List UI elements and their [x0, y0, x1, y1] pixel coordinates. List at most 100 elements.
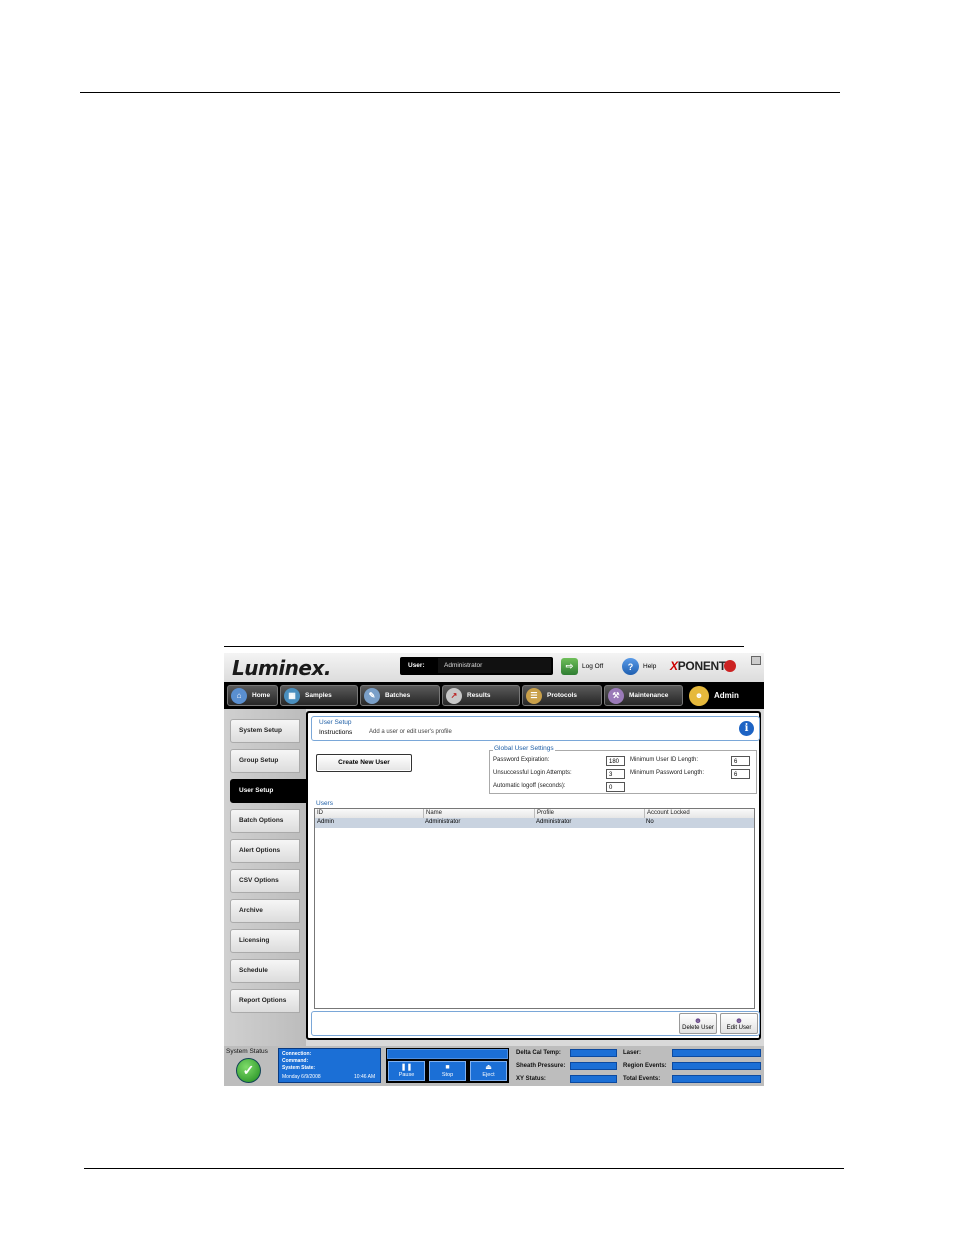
column-header-profile[interactable]: Profile [534, 809, 644, 818]
delete-user-button[interactable]: ☻ Delete User [679, 1013, 717, 1034]
tab-batches-label: Batches [385, 692, 411, 699]
sheath-pressure-bar [570, 1062, 617, 1070]
tab-admin[interactable]: ☻ Admin [686, 682, 764, 709]
window-control-icon[interactable] [751, 656, 761, 665]
system-status-label: System Status [226, 1048, 268, 1055]
laser-bar [672, 1049, 761, 1057]
page-top-rule [80, 92, 840, 93]
eject-button[interactable]: ⏏ Eject [470, 1061, 507, 1081]
action-bar: ☻ Delete User ☻ Edit User [311, 1011, 760, 1036]
sidebar-item-alert-options[interactable]: Alert Options [230, 839, 300, 863]
status-time: 10:46 AM [354, 1074, 376, 1080]
eject-icon: ⏏ [485, 1064, 492, 1071]
instructions-text: Add a user or edit user's profile [369, 729, 452, 735]
min-password-input[interactable]: 6 [731, 769, 750, 779]
top-bar: Luminex. User: Administrator ⇨ Log Off ?… [224, 653, 764, 682]
auto-logoff-input[interactable]: 0 [606, 782, 625, 792]
command-label: Command: [282, 1058, 309, 1064]
sidebar-item-batch-options[interactable]: Batch Options [230, 809, 300, 833]
sidebar-item-user-setup[interactable]: User Setup [230, 779, 308, 803]
user-label: User: [408, 662, 425, 669]
sheath-pressure-label: Sheath Pressure: [516, 1063, 566, 1069]
stop-icon: ■ [445, 1064, 450, 1071]
connection-panel: Connection: Command: System State: Monda… [278, 1048, 381, 1083]
table-row[interactable]: Admin Administrator Administrator No [315, 818, 754, 828]
run-controls: ❚❚ Pause ■ Stop ⏏ Eject [386, 1048, 509, 1083]
users-legend: Users [316, 800, 333, 807]
create-new-user-button[interactable]: Create New User [316, 754, 412, 772]
sidebar-item-report-options[interactable]: Report Options [230, 989, 300, 1013]
tab-samples[interactable]: ▦ Samples [280, 685, 358, 706]
page-bottom-rule [84, 1168, 844, 1169]
eject-label: Eject [482, 1072, 495, 1078]
stop-button[interactable]: ■ Stop [429, 1061, 466, 1081]
user-setup-panel: User Setup Instructions Add a user or ed… [306, 711, 761, 1040]
batches-icon: ✎ [364, 687, 380, 704]
luminex-logo: Luminex. [232, 656, 331, 680]
pause-label: Pause [398, 1072, 415, 1078]
help-icon: ? [622, 658, 639, 675]
min-user-id-label: Minimum User ID Length: [630, 757, 699, 763]
login-attempts-label: Unsuccessful Login Attempts: [493, 770, 572, 776]
column-header-name[interactable]: Name [423, 809, 534, 818]
panel-header: User Setup Instructions Add a user or ed… [311, 716, 760, 741]
connection-label: Connection: [282, 1051, 312, 1057]
sidebar-item-group-setup[interactable]: Group Setup [230, 749, 300, 773]
brand-rest: PONENT [677, 659, 727, 673]
stop-label: Stop [441, 1072, 454, 1078]
info-icon[interactable]: i [739, 721, 754, 736]
tab-batches[interactable]: ✎ Batches [360, 685, 440, 706]
brand-x: X [670, 659, 678, 673]
xy-status-label: XY Status: [516, 1076, 546, 1082]
min-password-label: Minimum Password Length: [630, 770, 705, 776]
tab-protocols[interactable]: ☰ Protocols [522, 685, 602, 706]
sidebar: System Setup Group Setup User Setup Batc… [224, 709, 308, 1046]
total-events-bar [672, 1075, 761, 1083]
xy-status-bar [570, 1075, 617, 1083]
samples-icon: ▦ [284, 687, 300, 704]
cell-account-locked: No [646, 819, 654, 825]
pause-icon: ❚❚ [400, 1064, 413, 1071]
sidebar-item-csv-options[interactable]: CSV Options [230, 869, 300, 893]
cell-profile: Administrator [536, 819, 572, 825]
xponent-window: Luminex. User: Administrator ⇨ Log Off ?… [224, 653, 764, 1086]
instructions-label: Instructions [319, 729, 353, 736]
help-button[interactable]: ? Help [622, 658, 656, 675]
tab-samples-label: Samples [305, 692, 332, 699]
tab-admin-label: Admin [714, 691, 739, 700]
status-bar: System Status ✓ Connection: Command: Sys… [224, 1046, 764, 1086]
sidebar-item-licensing[interactable]: Licensing [230, 929, 300, 953]
sidebar-item-schedule[interactable]: Schedule [230, 959, 300, 983]
column-header-id[interactable]: ID [315, 809, 423, 818]
global-user-settings: Global User Settings Password Expiration… [489, 745, 757, 794]
user-box: User: Administrator [400, 657, 553, 675]
column-header-account-locked[interactable]: Account Locked [644, 809, 754, 818]
edit-user-label: Edit User [726, 1025, 752, 1031]
pause-button[interactable]: ❚❚ Pause [388, 1061, 425, 1081]
edit-user-button[interactable]: ☻ Edit User [720, 1013, 758, 1034]
tab-maintenance[interactable]: ⚒ Maintenance [604, 685, 683, 706]
page-title: User Setup [319, 719, 352, 726]
min-user-id-input[interactable]: 6 [731, 756, 750, 766]
protocols-icon: ☰ [526, 687, 542, 704]
delete-user-label: Delete User [682, 1025, 714, 1031]
region-events-bar [672, 1062, 761, 1070]
delete-user-icon: ☻ [693, 1016, 703, 1025]
tab-results[interactable]: ↗ Results [442, 685, 520, 706]
sidebar-item-archive[interactable]: Archive [230, 899, 300, 923]
progress-bar [387, 1049, 508, 1059]
tab-home[interactable]: ⌂ Home [227, 685, 278, 706]
status-date: Monday 6/9/2008 [282, 1074, 321, 1080]
password-expiration-input[interactable]: 180 [606, 756, 625, 766]
xponent-brand: XPONENT [670, 659, 736, 673]
login-attempts-input[interactable]: 3 [606, 769, 625, 779]
status-ok-icon: ✓ [236, 1058, 261, 1083]
users-table: ID Name Profile Account Locked Admin Adm… [314, 808, 755, 1009]
auto-logoff-label: Automatic logoff (seconds): [493, 783, 566, 789]
cell-name: Administrator [425, 819, 461, 825]
logoff-button[interactable]: ⇨ Log Off [561, 658, 603, 675]
global-settings-legend: Global User Settings [493, 745, 555, 752]
laser-label: Laser: [623, 1050, 642, 1056]
sidebar-item-system-setup[interactable]: System Setup [230, 719, 300, 743]
tab-home-label: Home [252, 692, 271, 699]
